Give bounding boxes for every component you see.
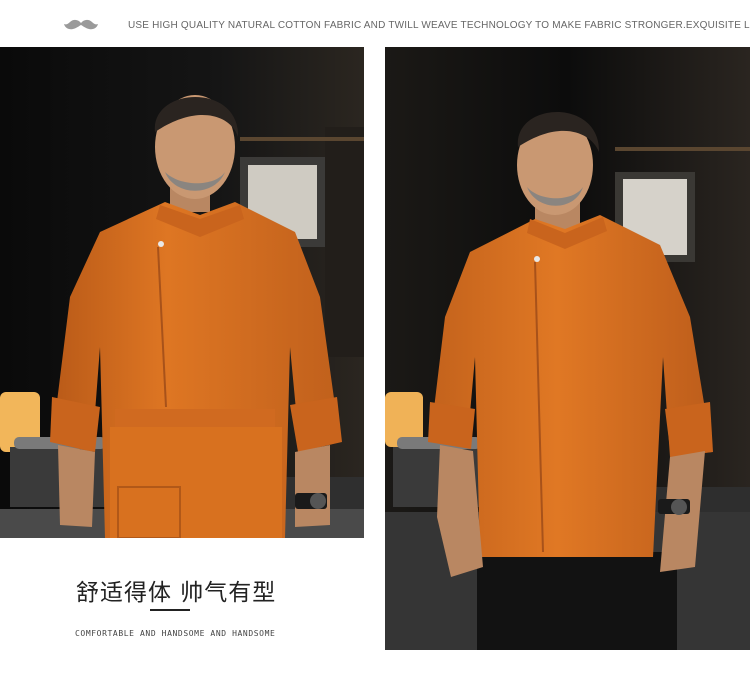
model-photo-side — [385, 47, 750, 650]
model-photo-front — [0, 47, 364, 538]
caption-subtitle: COMFORTABLE AND HANDSOME AND HANDSOME — [75, 629, 276, 638]
caption-title: 舒适得体 帅气有型 — [76, 580, 277, 606]
model-front-illustration — [0, 47, 364, 538]
top-banner: USE HIGH QUALITY NATURAL COTTON FABRIC A… — [0, 0, 750, 46]
model-side-illustration — [385, 47, 750, 650]
caption-divider — [150, 609, 190, 611]
header-tagline: USE HIGH QUALITY NATURAL COTTON FABRIC A… — [128, 20, 750, 31]
mustache-icon — [64, 19, 98, 30]
